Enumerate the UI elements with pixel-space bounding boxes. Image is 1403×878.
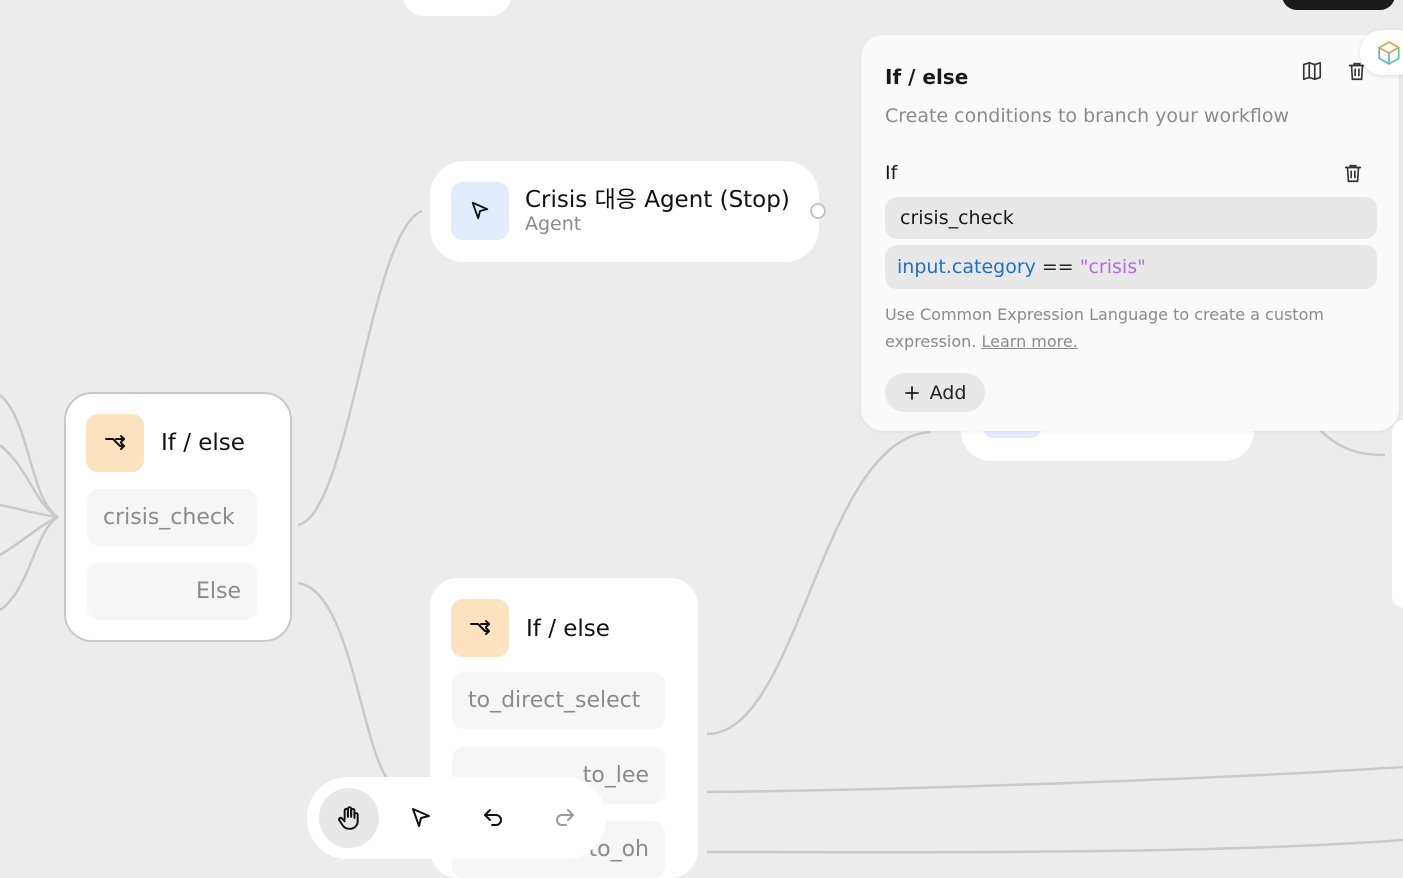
- trash-icon: [1344, 164, 1362, 183]
- logo-badge[interactable]: [1360, 30, 1403, 75]
- undo-button[interactable]: [463, 788, 523, 848]
- cursor-icon: [471, 201, 489, 220]
- redo-icon: [556, 809, 574, 826]
- ifelse-left-title: If / else: [161, 430, 245, 456]
- pointer-icon: [412, 808, 430, 827]
- hand-tool-button[interactable]: [319, 788, 379, 848]
- ifelse-bottom-condition-1[interactable]: to_direct_select: [452, 672, 665, 729]
- ifelse-bottom-icon-box: [451, 599, 509, 657]
- ifelse-node-left[interactable]: If / else crisis_check Else: [64, 392, 292, 642]
- ifelse-properties-panel: If / else Create conditions to branch yo…: [861, 35, 1399, 431]
- condition-name-input[interactable]: crisis_check: [885, 197, 1377, 239]
- if-label: If: [885, 162, 898, 184]
- agent-icon-box: [451, 182, 509, 240]
- branch-icon: [470, 620, 490, 635]
- agent-output-handle[interactable]: [810, 203, 826, 219]
- cube-logo-icon: [1377, 41, 1401, 66]
- agent-node-title: Crisis 대응 Agent (Stop): [525, 187, 790, 213]
- redo-button[interactable]: [535, 788, 595, 848]
- agent-node-subtitle: Agent: [525, 213, 582, 235]
- branch-icon: [105, 435, 125, 450]
- panel-title: If / else: [885, 65, 969, 89]
- partial-node-top[interactable]: [403, 0, 511, 16]
- learn-more-link[interactable]: Learn more.: [981, 332, 1077, 351]
- delete-condition-button[interactable]: [1339, 159, 1367, 187]
- book-icon: [1302, 61, 1322, 81]
- add-label: Add: [929, 381, 967, 404]
- expression-operator: ==: [1041, 256, 1074, 278]
- agent-node[interactable]: Crisis 대응 Agent (Stop) Agent: [430, 161, 819, 262]
- ifelse-bottom-title: If / else: [526, 616, 610, 642]
- docs-button[interactable]: [1298, 57, 1326, 85]
- add-condition-button[interactable]: Add: [885, 373, 985, 412]
- plus-icon: [904, 385, 919, 400]
- expression-value: "crisis": [1079, 256, 1146, 278]
- canvas-toolbar: [307, 777, 606, 859]
- hint-text: Use Common Expression Language to create…: [885, 305, 1324, 351]
- expression-field: input.category: [897, 256, 1036, 278]
- expression-hint: Use Common Expression Language to create…: [885, 301, 1365, 355]
- ifelse-left-icon-box: [86, 414, 144, 472]
- ifelse-left-else[interactable]: Else: [87, 563, 257, 620]
- ifelse-left-condition[interactable]: crisis_check: [87, 489, 257, 546]
- partial-button-top-right[interactable]: [1282, 0, 1395, 10]
- panel-description: Create conditions to branch your workflo…: [885, 105, 1290, 127]
- hand-icon: [338, 806, 359, 830]
- right-edge-node[interactable]: [1392, 420, 1403, 608]
- pointer-tool-button[interactable]: [391, 788, 451, 848]
- condition-expression-input[interactable]: input.category == "crisis": [885, 245, 1377, 289]
- undo-icon: [484, 809, 502, 826]
